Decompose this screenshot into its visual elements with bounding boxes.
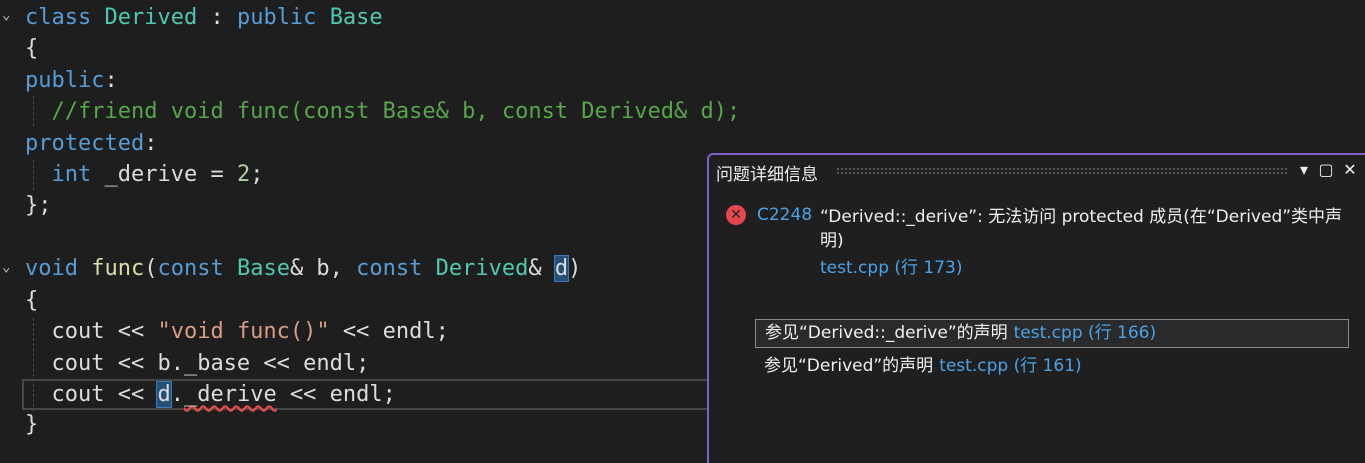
code-line-5[interactable]: protected: (25, 128, 157, 159)
dropdown-icon[interactable]: ▾ (1293, 159, 1315, 181)
code-line-1[interactable]: class Derived : public Base (25, 2, 383, 33)
error-message: “Derived::_derive”: 无法访问 protected 成员(在“… (820, 207, 1343, 251)
fold-toggle-icon[interactable]: ⌄ (2, 7, 10, 23)
error-icon: ✕ (726, 205, 746, 225)
maximize-icon[interactable]: ▢ (1315, 159, 1337, 181)
see-also-label: 参见“Derived::_derive”的声明 (765, 323, 1008, 343)
highlighted-identifier: d (553, 255, 570, 282)
code-line-10[interactable]: cout << "void func()" << endl; (25, 316, 449, 347)
error-location-link[interactable]: test.cpp (行 173) (820, 253, 963, 278)
panel-header[interactable]: 问题详细信息 ▾ ▢ ✕ (709, 155, 1365, 187)
code-line-6[interactable]: int _derive = 2; (25, 159, 264, 190)
see-also-link[interactable]: test.cpp (行 161) (939, 356, 1082, 376)
drag-grip[interactable] (836, 167, 1288, 176)
see-also-item[interactable]: 参见“Derived::_derive”的声明 test.cpp (行 166) (755, 319, 1349, 348)
code-line-11[interactable]: cout << b._base << endl; (25, 348, 370, 379)
panel-title: 问题详细信息 (716, 165, 818, 185)
close-icon[interactable]: ✕ (1339, 159, 1361, 181)
code-line-3[interactable]: public: (25, 65, 118, 96)
see-also-item[interactable]: 参见“Derived”的声明 test.cpp (行 161) (755, 353, 1349, 382)
code-line-4[interactable]: //friend void func(const Base& b, const … (25, 96, 741, 127)
code-line-2[interactable]: { (25, 33, 38, 64)
highlighted-identifier: d (156, 381, 172, 408)
error-squiggle: _derive (183, 382, 277, 407)
error-code-link[interactable]: C2248 (757, 205, 812, 225)
code-line-8[interactable]: void func(const Base& b, const Derived& … (25, 253, 581, 284)
code-line-7[interactable]: }; (25, 190, 52, 221)
fold-toggle-icon[interactable]: ⌄ (2, 259, 10, 275)
code-line-13[interactable]: } (25, 409, 38, 440)
see-also-link[interactable]: test.cpp (行 166) (1014, 323, 1157, 343)
code-line-12[interactable]: cout << d._derive << endl; (25, 379, 396, 410)
problem-details-panel: 问题详细信息 ▾ ▢ ✕ ✕ C2248 “Derived::_derive”:… (707, 153, 1365, 463)
see-also-label: 参见“Derived”的声明 (764, 356, 934, 376)
code-line-9[interactable]: { (25, 285, 38, 316)
